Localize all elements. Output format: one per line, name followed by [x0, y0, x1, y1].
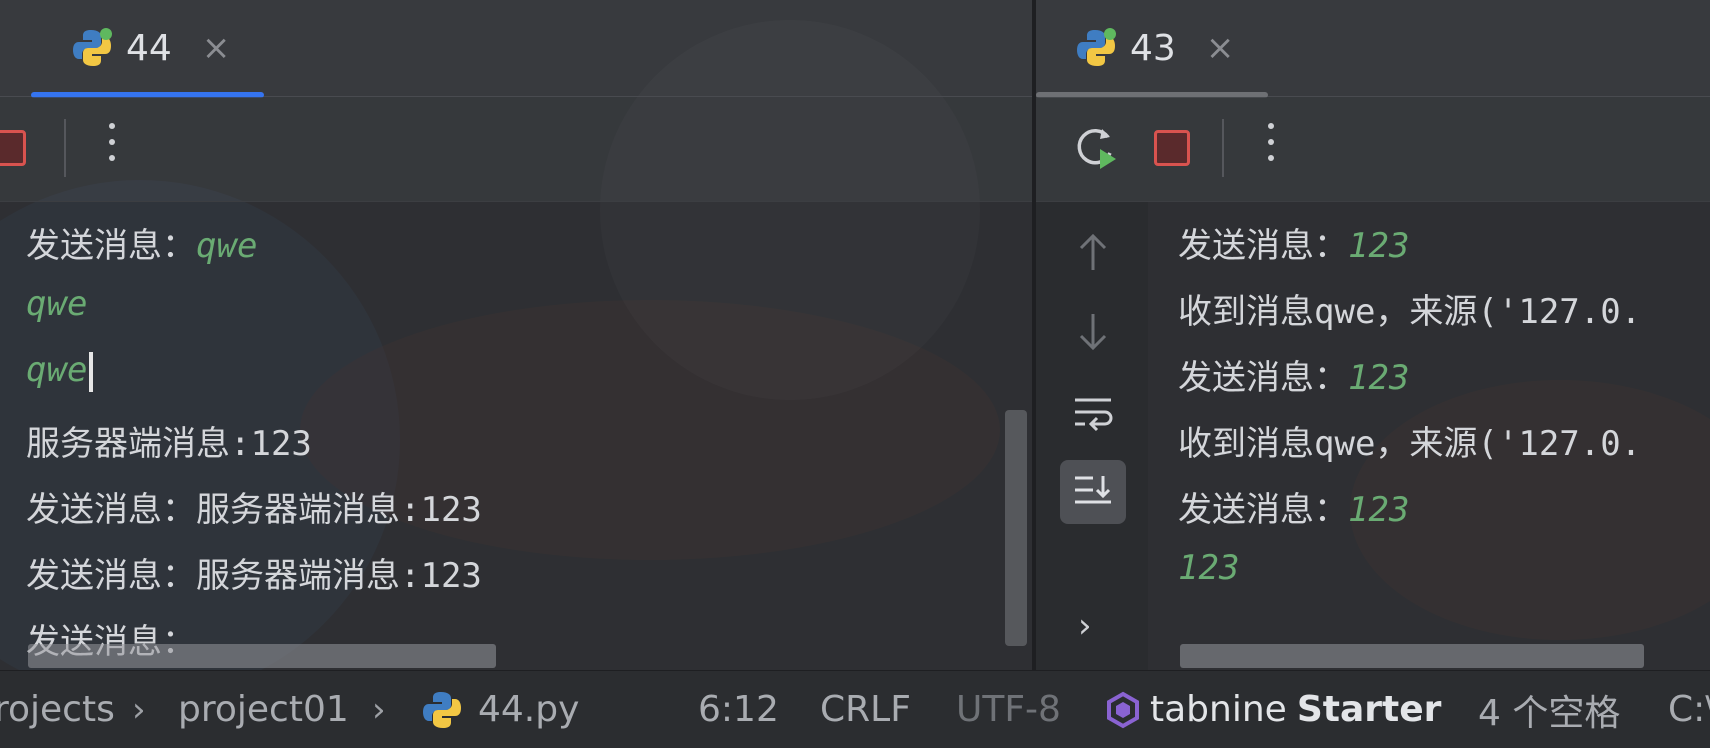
- file-encoding[interactable]: UTF-8: [956, 671, 1061, 748]
- console-line: 服务器端消息:123: [26, 424, 312, 464]
- stop-icon[interactable]: [0, 130, 26, 166]
- tabnine-logo-icon: [1107, 691, 1139, 728]
- status-bar: rojects › project01 › 44.py 6:12 CRLF UT…: [0, 670, 1710, 748]
- indent-setting[interactable]: 4 个空格: [1478, 671, 1620, 748]
- left-tab-bar: 44 ×: [0, 0, 1032, 98]
- console-line: 收到消息qwe，来源('127.0.: [1178, 424, 1642, 464]
- breadcrumb-separator-icon: ›: [372, 689, 386, 730]
- scroll-to-end-toggle[interactable]: [1060, 460, 1126, 524]
- python-icon: [423, 691, 461, 728]
- toolbar-separator: [64, 119, 66, 177]
- breadcrumb-separator-icon: ›: [132, 689, 146, 730]
- console-line: 发送消息：123: [1178, 490, 1410, 530]
- tabnine-plan: Starter: [1296, 689, 1442, 730]
- scroll-to-end-icon: [1075, 476, 1111, 504]
- soft-wrap-icon[interactable]: [1071, 390, 1115, 434]
- left-run-pane: 44 × 发送消息：qwe qwe qwe 服务器端消息:123 发送消息：服务…: [0, 0, 1032, 670]
- console-line: 发送消息：123: [1178, 226, 1410, 266]
- tabnine-widget[interactable]: tabnine Starter: [1104, 671, 1441, 748]
- rerun-icon[interactable]: [1072, 123, 1120, 173]
- console-line: 发送消息：服务器端消息:123: [26, 490, 482, 530]
- more-options-icon[interactable]: [107, 123, 117, 173]
- python-icon: [1077, 28, 1116, 66]
- close-tab-icon[interactable]: ×: [1206, 28, 1235, 68]
- line-separator[interactable]: CRLF: [820, 671, 911, 748]
- right-run-pane: 43 × › 发送消息：123 收到消息qwe，来源('127.0. 发送消息：…: [1036, 0, 1710, 670]
- left-console-toolbar: [0, 97, 1032, 202]
- console-line: 123: [1178, 548, 1240, 588]
- tab-label: 44: [126, 27, 172, 69]
- more-options-icon[interactable]: [1266, 123, 1276, 173]
- console-line: qwe: [26, 350, 94, 392]
- tab-label: 43: [1130, 27, 1176, 69]
- text-caret: [89, 351, 94, 392]
- horizontal-scrollbar[interactable]: [28, 644, 496, 668]
- breadcrumb-project[interactable]: project01: [178, 671, 349, 748]
- tabnine-name: tabnine: [1150, 689, 1287, 730]
- horizontal-scrollbar[interactable]: [1180, 644, 1644, 668]
- console-line: 发送消息：123: [1178, 358, 1410, 398]
- file-name: 44.py: [478, 689, 580, 730]
- console-line: 发送消息：服务器端消息:123: [26, 556, 482, 596]
- console-line: 发送消息：qwe: [26, 226, 258, 266]
- right-console-output[interactable]: 发送消息：123 收到消息qwe，来源('127.0. 发送消息：123 收到消…: [1148, 202, 1710, 670]
- vertical-scrollbar[interactable]: [1005, 410, 1027, 646]
- scroll-up-icon[interactable]: [1071, 230, 1115, 274]
- close-tab-icon[interactable]: ×: [202, 28, 231, 68]
- caret-position[interactable]: 6:12: [698, 671, 779, 748]
- right-tab-bar: 43 ×: [1036, 0, 1710, 98]
- toolbar-separator: [1222, 119, 1224, 177]
- breadcrumb-file[interactable]: 44.py: [420, 671, 579, 748]
- console-line: qwe: [26, 284, 88, 324]
- python-icon: [73, 28, 112, 66]
- tab-44[interactable]: 44 ×: [70, 0, 230, 96]
- left-console-output[interactable]: 发送消息：qwe qwe qwe 服务器端消息:123 发送消息：服务器端消息:…: [0, 202, 1032, 670]
- expand-chevron-icon[interactable]: ›: [1078, 606, 1092, 646]
- right-console-toolbar: [1036, 97, 1710, 202]
- console-side-toolbar: ›: [1036, 202, 1148, 670]
- stop-icon[interactable]: [1154, 130, 1190, 166]
- interpreter-path[interactable]: C:\: [1668, 671, 1710, 748]
- console-line: 收到消息qwe，来源('127.0.: [1178, 292, 1642, 332]
- tab-43[interactable]: 43 ×: [1074, 0, 1234, 96]
- scroll-down-icon[interactable]: [1071, 310, 1115, 354]
- breadcrumb-projects[interactable]: rojects: [0, 671, 115, 748]
